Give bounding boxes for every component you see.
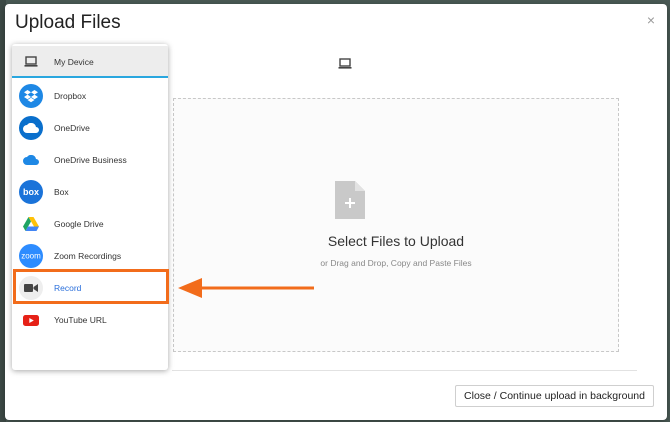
youtube-icon	[19, 308, 43, 332]
dropzone-title[interactable]: Select Files to Upload	[174, 233, 618, 249]
source-label: Google Drive	[54, 219, 104, 229]
source-item-record[interactable]: Record	[12, 272, 168, 304]
close-icon[interactable]: ×	[647, 13, 655, 27]
google-drive-icon	[19, 212, 43, 236]
source-item-onedrive[interactable]: OneDrive	[12, 112, 168, 144]
laptop-icon	[19, 50, 43, 74]
source-item-google-drive[interactable]: Google Drive	[12, 208, 168, 240]
video-camera-icon	[19, 276, 43, 300]
source-label: Record	[54, 283, 82, 293]
dropzone-subtitle: or Drag and Drop, Copy and Paste Files	[320, 258, 472, 268]
modal-title: Upload Files	[15, 12, 121, 33]
source-item-youtube-url[interactable]: YouTube URL	[12, 304, 168, 336]
box-icon: box	[19, 180, 43, 204]
zoom-icon: zoom	[19, 244, 43, 268]
source-label: OneDrive Business	[54, 155, 127, 165]
source-label: Dropbox	[54, 91, 87, 101]
dropbox-icon	[19, 84, 43, 108]
arrow-left-icon	[178, 278, 314, 298]
upload-source-menu: My Device Dropbox OneDrive OneDrive Busi…	[12, 44, 168, 370]
source-item-zoom-recordings[interactable]: zoom Zoom Recordings	[12, 240, 168, 272]
active-tab-indicator	[12, 76, 168, 78]
source-label: Box	[54, 187, 69, 197]
source-label: YouTube URL	[54, 315, 107, 325]
add-file-icon	[335, 181, 365, 219]
source-item-onedrive-business[interactable]: OneDrive Business	[12, 144, 168, 176]
source-item-dropbox[interactable]: Dropbox	[12, 80, 168, 112]
source-label: OneDrive	[54, 123, 90, 133]
footer-divider	[172, 370, 637, 371]
laptop-icon	[338, 58, 352, 69]
file-dropzone[interactable]: Select Files to Upload or Drag and Drop,…	[173, 98, 619, 352]
close-continue-button[interactable]: Close / Continue upload in background	[455, 385, 654, 407]
source-item-box[interactable]: box Box	[12, 176, 168, 208]
svg-text:zoom: zoom	[21, 252, 41, 261]
source-label: Zoom Recordings	[54, 251, 122, 261]
onedrive-icon	[19, 116, 43, 140]
source-label: My Device	[54, 57, 94, 67]
svg-text:box: box	[23, 187, 39, 197]
source-item-my-device[interactable]: My Device	[12, 46, 168, 78]
onedrive-business-icon	[19, 148, 43, 172]
